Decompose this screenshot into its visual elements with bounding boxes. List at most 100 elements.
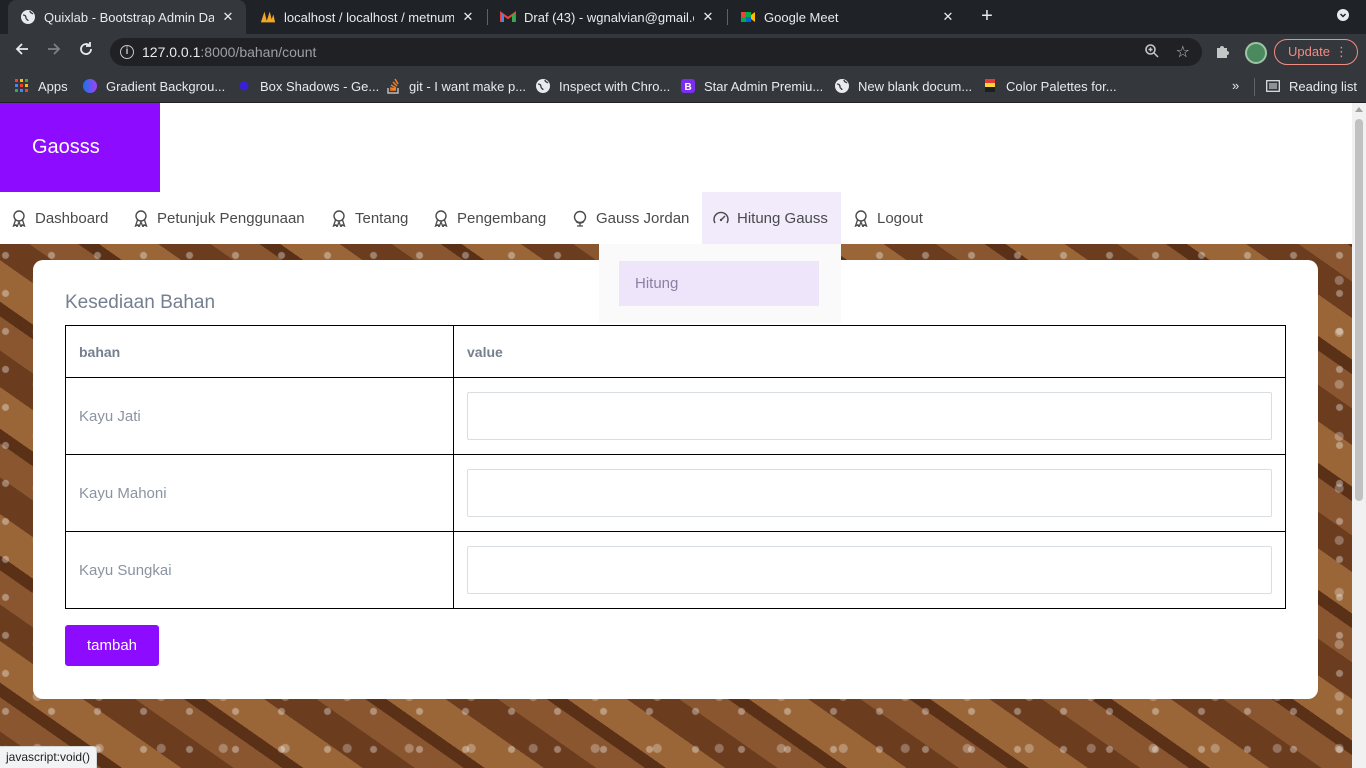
page-viewport: Gaosss Dashboard Petunjuk Penggunaan Ten… <box>0 103 1352 768</box>
more-bookmarks-chevron-icon[interactable]: » <box>1232 78 1239 93</box>
value-input-kayu-sungkai[interactable] <box>467 546 1272 594</box>
nav-label: Dashboard <box>35 209 109 227</box>
globe-icon <box>535 78 551 94</box>
bahan-cell: Kayu Sungkai <box>65 531 454 609</box>
bookmark-label: Gradient Backgrou... <box>106 78 226 94</box>
bookmark-label: git - I want make p... <box>409 78 527 94</box>
value-input-kayu-mahoni[interactable] <box>467 469 1272 517</box>
bookmark-apps[interactable]: Apps <box>14 77 68 95</box>
bahan-cell: Kayu Jati <box>65 377 454 455</box>
browser-tab-gmail[interactable]: Draf (43) - wgnalvian@gmail.com - Gmail … <box>488 0 726 34</box>
reading-list-label: Reading list <box>1289 78 1357 94</box>
value-cell <box>453 531 1286 609</box>
extensions-puzzle-icon[interactable] <box>1214 43 1232 61</box>
bookmark-inspect-chrome[interactable]: Inspect with Chro... <box>535 77 670 95</box>
reading-list-icon <box>1265 78 1281 94</box>
card-title: Kesediaan Bahan <box>65 292 216 313</box>
browser-tab-google-meet[interactable]: Google Meet ✕ <box>728 0 966 34</box>
close-tab-icon[interactable]: ✕ <box>940 9 956 25</box>
bookmark-label: Apps <box>38 78 68 94</box>
address-url: 127.0.0.1:8000/bahan/count <box>142 44 316 60</box>
table-row: Kayu Sungkai <box>65 531 1286 609</box>
table-header-row: bahan value <box>65 325 1286 378</box>
column-header-bahan: bahan <box>65 325 454 378</box>
table-row: Kayu Mahoni <box>65 454 1286 532</box>
close-tab-icon[interactable]: ✕ <box>460 9 476 25</box>
nav-label: Gauss Jordan <box>596 209 690 227</box>
nav-item-logout[interactable]: Logout <box>842 192 942 244</box>
bookmark-new-blank-doc[interactable]: New blank docum... <box>834 77 972 95</box>
bookmark-color-palettes[interactable]: Color Palettes for... <box>982 77 1117 95</box>
bahan-cell: Kayu Mahoni <box>65 454 454 532</box>
page-scrollbar[interactable] <box>1352 103 1366 768</box>
back-arrow-icon[interactable] <box>10 41 34 63</box>
bahan-table: bahan value Kayu Jati Kayu Mahoni Kayu S… <box>65 325 1286 609</box>
bookmark-label: Star Admin Premiu... <box>704 78 824 94</box>
bookmark-label: Inspect with Chro... <box>559 78 671 94</box>
zoom-magnifier-icon[interactable] <box>1144 43 1160 62</box>
palette-icon <box>982 78 998 94</box>
tab-title: Quixlab - Bootstrap Admin Dashboard <box>44 9 214 25</box>
gradient-icon <box>82 78 98 94</box>
reading-list[interactable]: Reading list <box>1265 77 1357 95</box>
address-bar[interactable]: i 127.0.0.1:8000/bahan/count ☆ <box>110 38 1202 66</box>
bookmark-label: Box Shadows - Ge... <box>260 78 380 94</box>
nav-item-petunjuk-penggunaan[interactable]: Petunjuk Penggunaan <box>122 192 318 244</box>
browser-tab-quixlab[interactable]: Quixlab - Bootstrap Admin Dashboard ✕ <box>8 0 246 34</box>
nav-item-pengembang[interactable]: Pengembang <box>422 192 560 244</box>
gmail-icon <box>500 9 516 25</box>
tambah-button[interactable]: tambah <box>65 625 159 666</box>
globe-icon <box>834 78 850 94</box>
globe-icon <box>20 9 36 25</box>
update-button[interactable]: Update ⋮ <box>1274 39 1358 65</box>
forward-arrow-icon[interactable] <box>42 41 66 63</box>
bookmark-star-admin[interactable]: B Star Admin Premiu... <box>680 77 823 95</box>
tab-title: Google Meet <box>764 9 839 25</box>
award-icon <box>432 209 450 227</box>
bookmark-gradient-background[interactable]: Gradient Backgrou... <box>82 77 225 95</box>
table-row: Kayu Jati <box>65 377 1286 455</box>
close-tab-icon[interactable]: ✕ <box>700 9 716 25</box>
hitung-gauss-dropdown: Hitung <box>599 244 841 323</box>
dropdown-item-hitung[interactable]: Hitung <box>619 261 819 306</box>
bookmark-box-shadows[interactable]: Box Shadows - Ge... <box>236 77 379 95</box>
profile-avatar[interactable] <box>1245 42 1267 64</box>
scrollbar-thumb[interactable] <box>1355 119 1363 501</box>
url-path: :8000/bahan/count <box>200 44 317 60</box>
close-tab-icon[interactable]: ✕ <box>220 9 236 25</box>
award-icon <box>330 209 348 227</box>
bookmark-label: Color Palettes for... <box>1006 78 1117 94</box>
award-icon <box>132 209 150 227</box>
google-meet-icon <box>740 9 756 25</box>
brand-logo[interactable]: Gaosss <box>0 103 160 192</box>
tab-title: localhost / localhost / metnum | phpMyAd… <box>284 9 454 25</box>
status-url-bar: javascript:void() <box>0 746 98 768</box>
bookmarks-divider <box>1254 78 1255 96</box>
bootstrap-icon: B <box>680 78 696 94</box>
bookmarks-bar: Apps Gradient Backgrou... Box Shadows - … <box>0 70 1366 103</box>
tab-search-chevron-icon[interactable] <box>1334 8 1352 26</box>
site-info-icon[interactable]: i <box>120 45 134 59</box>
browser-tab-phpmyadmin[interactable]: localhost / localhost / metnum | phpMyAd… <box>248 0 486 34</box>
kebab-menu-icon[interactable]: ⋮ <box>1335 40 1348 64</box>
bookmark-git[interactable]: git - I want make p... <box>385 77 526 95</box>
browser-tabstrip: Quixlab - Bootstrap Admin Dashboard ✕ lo… <box>0 0 1366 34</box>
tab-title: Draf (43) - wgnalvian@gmail.com - Gmail <box>524 9 694 25</box>
globe-stand-icon <box>571 209 589 227</box>
nav-item-dashboard[interactable]: Dashboard <box>0 192 121 244</box>
nav-label: Petunjuk Penggunaan <box>157 209 305 227</box>
nav-item-gauss-jordan[interactable]: Gauss Jordan <box>561 192 701 244</box>
new-tab-plus-icon[interactable]: + <box>976 5 998 27</box>
speedometer-icon <box>712 209 730 227</box>
nav-label: Tentang <box>355 209 409 227</box>
value-cell <box>453 454 1286 532</box>
nav-label: Pengembang <box>457 209 547 227</box>
value-input-kayu-jati[interactable] <box>467 392 1272 440</box>
nav-item-tentang[interactable]: Tentang <box>320 192 421 244</box>
bookmark-star-icon[interactable]: ☆ <box>1176 42 1190 62</box>
update-label: Update <box>1288 44 1330 59</box>
nav-label: Hitung Gauss <box>737 209 828 227</box>
nav-item-hitung-gauss[interactable]: Hitung Gauss <box>702 192 841 244</box>
scroll-up-arrow-icon[interactable] <box>1355 107 1363 112</box>
reload-icon[interactable] <box>74 41 98 63</box>
